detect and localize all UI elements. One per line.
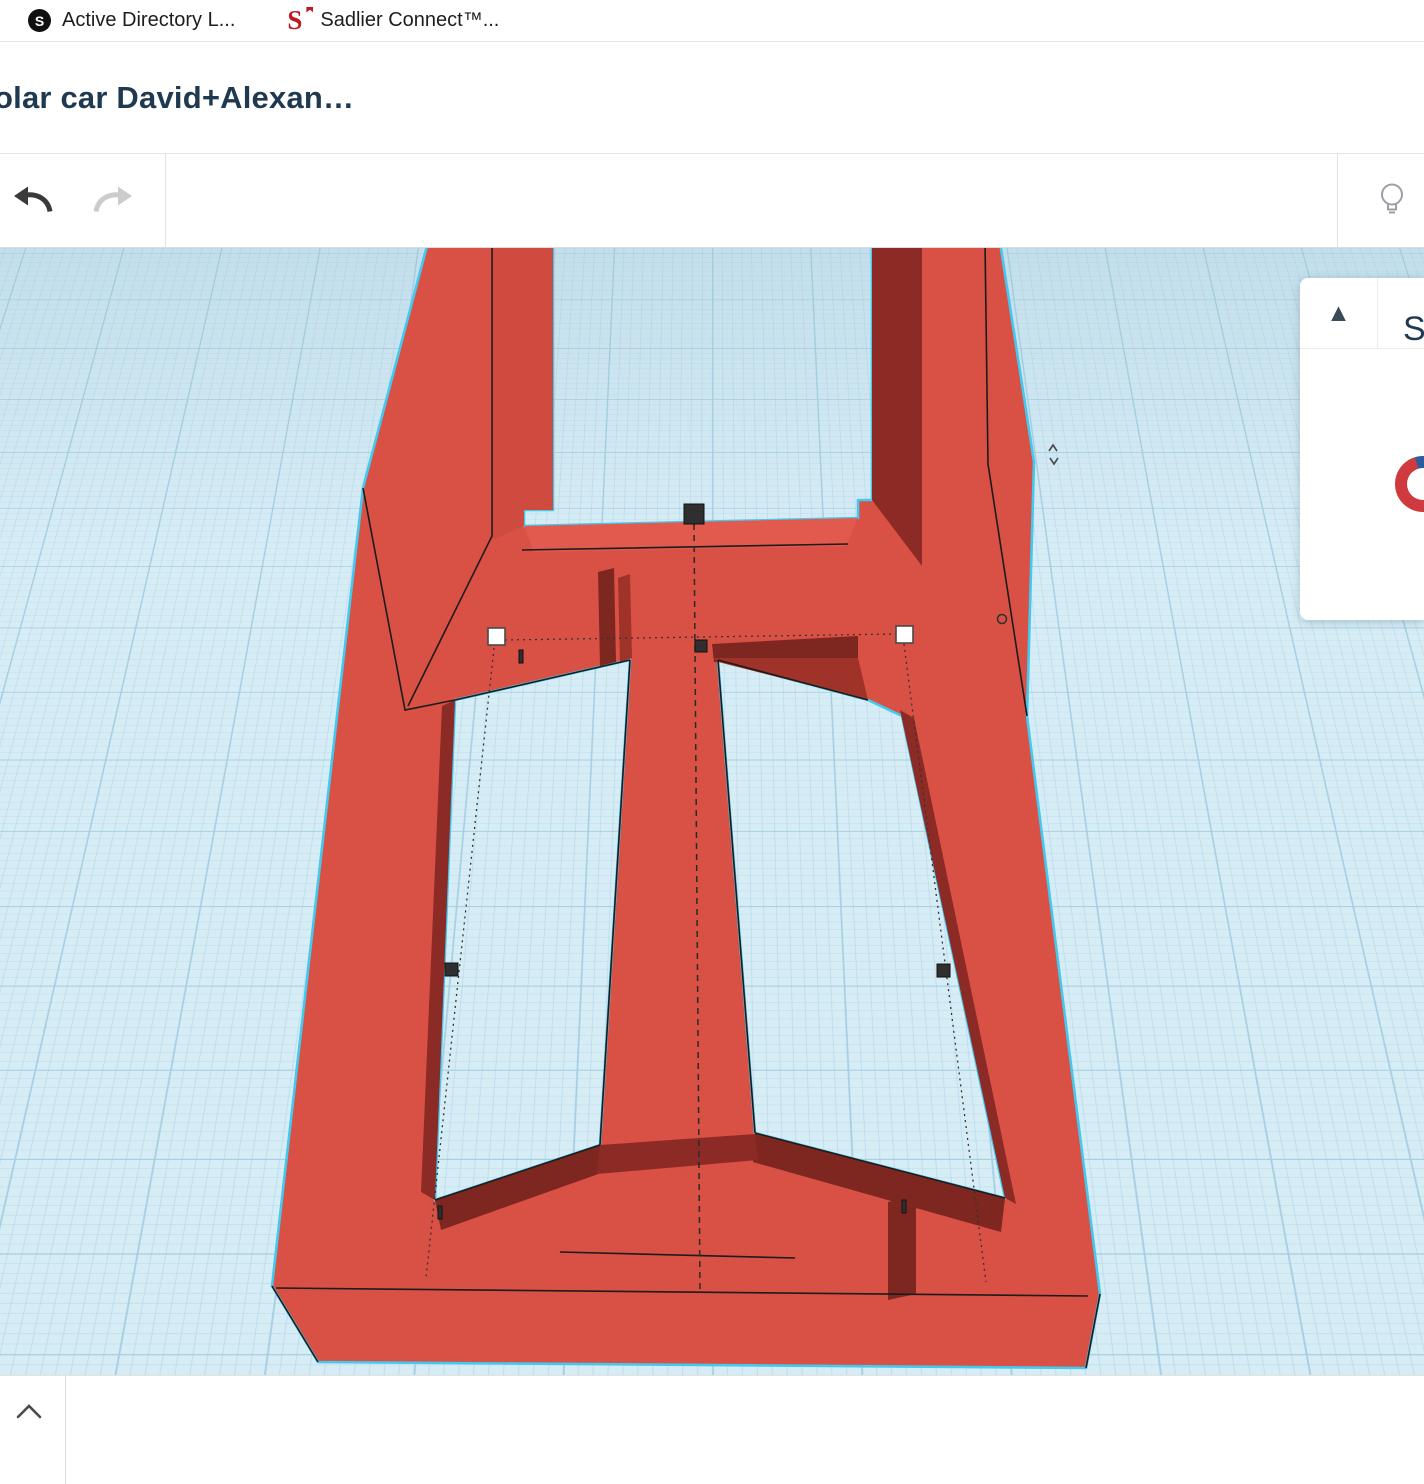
schoology-favicon-icon: S [28, 9, 51, 32]
design-title[interactable]: olar car David+Alexan… [0, 80, 354, 116]
scale-handle-right[interactable] [895, 625, 914, 644]
height-handle[interactable] [683, 503, 705, 525]
viewport-3d[interactable]: ▲ S [0, 248, 1424, 1375]
rotate-handle[interactable] [1048, 443, 1059, 466]
hints-button[interactable] [1376, 181, 1408, 220]
edge-handle-right-rail[interactable] [936, 963, 951, 978]
redo-icon [93, 186, 132, 212]
panel-title: S [1403, 310, 1424, 348]
bookmark-label: Active Directory L... [62, 9, 236, 31]
model-post-detail [901, 1199, 907, 1214]
center-notch-shadow [598, 568, 616, 666]
bookmarks-bar: S Active Directory L... S Sadlier Connec… [0, 0, 1424, 42]
toolbar-separator-right [1337, 154, 1338, 247]
undo-icon [14, 186, 53, 212]
undo-button[interactable] [10, 184, 54, 217]
edge-handle-center[interactable] [694, 639, 708, 653]
bookmark-active-directory[interactable]: S Active Directory L... [28, 9, 235, 32]
model-post-detail [437, 1205, 443, 1220]
editor-toolbar [0, 154, 1424, 248]
lightbulb-icon [1381, 183, 1403, 213]
bottom-bar-separator [65, 1376, 66, 1484]
model-post-detail [518, 649, 524, 664]
toolbar-separator-left [165, 154, 166, 247]
bookmark-sadlier-connect[interactable]: S Sadlier Connect™... [287, 6, 500, 34]
center-notch-face [618, 574, 632, 662]
bookmark-label: Sadlier Connect™... [320, 9, 500, 31]
sadlier-favicon-icon: S [287, 6, 314, 34]
left-wall-front-face [492, 248, 553, 540]
chevron-up-icon [16, 1404, 42, 1419]
shape-logo-icon [1395, 456, 1424, 512]
collapse-panel-button[interactable]: ▲ [1300, 278, 1378, 348]
edge-handle-left-rail[interactable] [444, 962, 459, 977]
expand-bottom-tray-button[interactable] [14, 1402, 44, 1425]
model-solar-car-chassis[interactable] [270, 248, 1102, 1370]
title-bar: olar car David+Alexan… [0, 42, 1424, 154]
redo-button[interactable] [92, 184, 136, 217]
shape-panel: ▲ S [1300, 278, 1424, 620]
bottom-bar [0, 1375, 1424, 1484]
triangle-up-icon: ▲ [1326, 298, 1351, 327]
scale-handle-left[interactable] [487, 627, 506, 646]
